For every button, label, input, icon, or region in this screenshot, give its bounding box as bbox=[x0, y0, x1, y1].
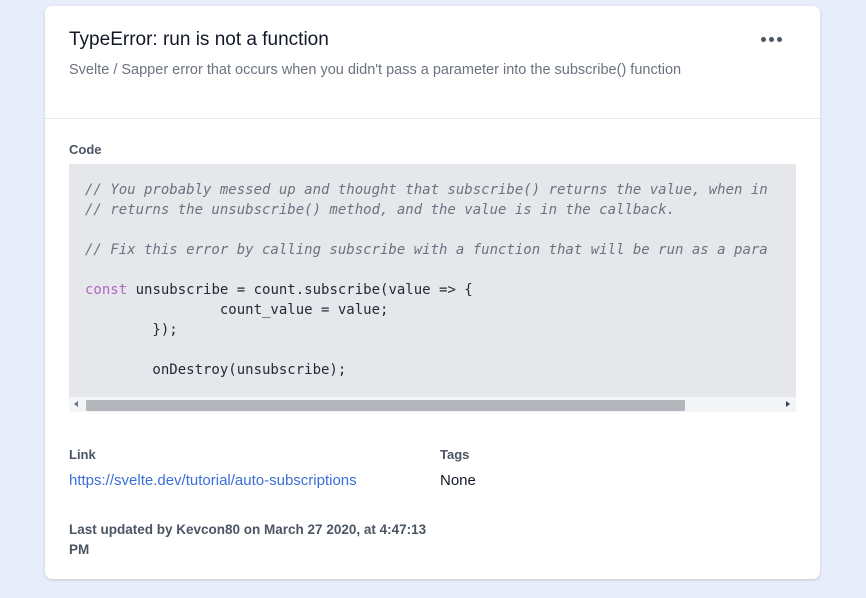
last-updated-text: Last updated by Kevcon80 on March 27 202… bbox=[69, 522, 427, 557]
scroll-left-arrow-icon[interactable] bbox=[74, 401, 78, 407]
horizontal-scrollbar[interactable] bbox=[69, 396, 796, 412]
link-section: Link https://svelte.dev/tutorial/auto-su… bbox=[69, 447, 440, 491]
more-horizontal-icon-dot bbox=[776, 36, 782, 42]
code-line-comment: // returns the unsubscribe() method, and… bbox=[85, 202, 676, 218]
code-line-comment: // Fix this error by calling subscribe w… bbox=[85, 242, 768, 258]
code-section: Code // You probably messed up and thoug… bbox=[69, 142, 796, 412]
card-header: TypeError: run is not a function Svelte … bbox=[45, 6, 820, 119]
code-line: onDestroy(unsubscribe); bbox=[85, 362, 347, 378]
tags-section: Tags None bbox=[440, 447, 740, 491]
code-scroll-area[interactable]: // You probably messed up and thought th… bbox=[85, 180, 796, 394]
error-card: TypeError: run is not a function Svelte … bbox=[45, 6, 820, 579]
link-label: Link bbox=[69, 447, 96, 462]
code-block[interactable]: // You probably messed up and thought th… bbox=[69, 164, 796, 412]
more-horizontal-icon-dot bbox=[768, 36, 774, 42]
code-line: count_value = value; bbox=[85, 302, 389, 318]
reference-link[interactable]: https://svelte.dev/tutorial/auto-subscri… bbox=[69, 472, 357, 489]
tags-value: None bbox=[440, 472, 476, 489]
code-keyword: const bbox=[85, 282, 128, 298]
tags-label: Tags bbox=[440, 447, 470, 462]
code-label: Code bbox=[69, 142, 102, 157]
scroll-right-arrow-icon[interactable] bbox=[786, 401, 790, 407]
error-title: TypeError: run is not a function bbox=[69, 29, 329, 50]
more-horizontal-icon bbox=[760, 36, 766, 42]
error-description: Svelte / Sapper error that occurs when y… bbox=[69, 62, 682, 78]
code-line: }); bbox=[85, 322, 178, 338]
scrollbar-thumb[interactable] bbox=[86, 400, 685, 411]
code-line-comment: // You probably messed up and thought th… bbox=[85, 182, 768, 198]
code-line: unsubscribe = count.subscribe(value => { bbox=[127, 282, 473, 298]
more-options-button[interactable] bbox=[756, 28, 786, 50]
meta-row: Link https://svelte.dev/tutorial/auto-su… bbox=[69, 447, 796, 491]
code-content: // You probably messed up and thought th… bbox=[85, 180, 796, 380]
